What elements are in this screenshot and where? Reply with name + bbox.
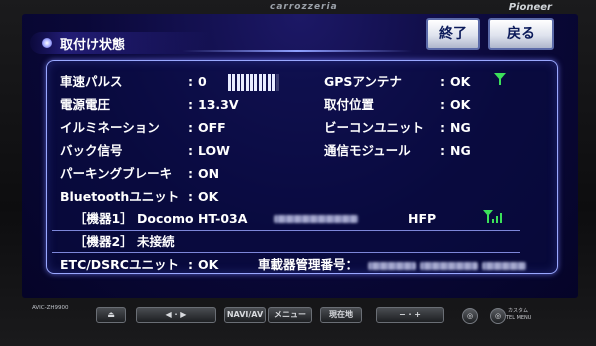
speed-pulse-bargraph: [228, 74, 282, 91]
plus-label: +: [414, 310, 421, 319]
tel-menu-label: TEL MENU: [506, 315, 532, 321]
colon: :: [188, 189, 193, 204]
speed-pulse-label: 車速パルス: [60, 74, 123, 89]
beacon-value: NG: [450, 120, 471, 135]
exit-button[interactable]: 終了: [426, 18, 480, 50]
bargraph-bar: [232, 74, 236, 91]
etc-value: OK: [198, 257, 219, 272]
minus-label: −: [398, 310, 406, 319]
navi-av-button[interactable]: NAVI/AV: [224, 307, 266, 323]
model-label: AVIC-ZH9900: [32, 305, 69, 311]
vehicle-id-blurred-1: [368, 262, 416, 270]
bargraph-bar: [267, 74, 271, 91]
bargraph-bar: [250, 74, 253, 91]
custom-label: カスタム: [508, 308, 529, 314]
mount-position-value: OK: [450, 97, 471, 112]
gps-label: GPSアンテナ: [324, 74, 402, 89]
signal-strength-icon: [483, 210, 502, 223]
vehicle-id-blurred-3: [482, 262, 526, 270]
colon: :: [440, 74, 445, 89]
comm-module-value: NG: [450, 143, 471, 158]
bargraph-bar: [272, 74, 275, 91]
back-button[interactable]: 戻る: [488, 18, 554, 50]
illumination-label: イルミネーション: [60, 120, 160, 135]
colon: :: [188, 257, 193, 272]
back-signal-value: LOW: [198, 143, 230, 158]
page-title: 取付け状態: [60, 38, 126, 53]
device-divider: [52, 252, 520, 253]
mount-position-label: 取付位置: [324, 97, 375, 112]
tel-menu-button[interactable]: ◎: [490, 308, 506, 324]
title-orb-icon: [42, 38, 52, 48]
device1-profile: HFP: [408, 211, 437, 226]
brand-pioneer: Pioneer: [508, 2, 552, 13]
vehicle-id-label: 車載器管理番号：: [258, 257, 359, 272]
brand-carrozzeria: carrozzeria: [270, 2, 338, 12]
parking-brake-value: ON: [198, 166, 220, 181]
display-screen: 取付け状態 終了 戻る 車速パルス : 0 電源電圧 : 13.3V イルミネー…: [22, 14, 578, 298]
bargraph-bar: [263, 74, 267, 91]
colon: :: [188, 97, 193, 112]
track-button[interactable]: ◀ · ▶: [136, 307, 216, 323]
bargraph-bar: [245, 74, 249, 91]
vehicle-id-blurred-2: [420, 262, 478, 270]
illumination-value: OFF: [198, 120, 226, 135]
colon: :: [188, 143, 193, 158]
title-divider: [182, 50, 412, 52]
voltage-label: 電源電圧: [60, 97, 111, 112]
bargraph-bar: [228, 74, 231, 91]
bargraph-bar: [254, 74, 258, 91]
volume-button[interactable]: − · +: [376, 307, 444, 323]
bargraph-bar: [241, 74, 245, 91]
device1-label: ［機器1］ Docomo HT-03A: [74, 211, 248, 226]
gps-antenna-icon: [494, 73, 506, 85]
device2-label: ［機器2］ 未接続: [74, 234, 175, 249]
device-bezel: carrozzeria Pioneer 取付け状態 終了 戻る 車速パルス : …: [0, 0, 596, 346]
bargraph-bar: [236, 74, 240, 91]
bargraph-bar: [258, 74, 262, 91]
bargraph-bar: [276, 74, 280, 91]
beacon-label: ビーコンユニット: [324, 120, 425, 135]
back-signal-label: バック信号: [60, 143, 123, 158]
parking-brake-label: パーキングブレーキ: [60, 166, 173, 181]
bluetooth-label: Bluetoothユニット: [60, 189, 180, 204]
colon: :: [188, 166, 193, 181]
eject-button[interactable]: ⏏: [96, 307, 126, 323]
voltage-value: 13.3V: [198, 97, 239, 112]
comm-module-label: 通信モジュール: [324, 143, 411, 158]
speed-pulse-value: 0: [198, 74, 207, 89]
menu-button[interactable]: メニュー: [268, 307, 312, 323]
bluetooth-value: OK: [198, 189, 219, 204]
device1-address-blurred: [274, 215, 358, 223]
device-divider: [52, 230, 520, 231]
colon: :: [440, 120, 445, 135]
colon: :: [188, 120, 193, 135]
current-location-button[interactable]: 現在地: [320, 307, 362, 323]
colon: :: [440, 97, 445, 112]
gps-value: OK: [450, 74, 471, 89]
colon: :: [188, 74, 193, 89]
colon: :: [440, 143, 445, 158]
custom-button[interactable]: ◎: [462, 308, 478, 324]
etc-label: ETC/DSRCユニット: [60, 257, 179, 272]
